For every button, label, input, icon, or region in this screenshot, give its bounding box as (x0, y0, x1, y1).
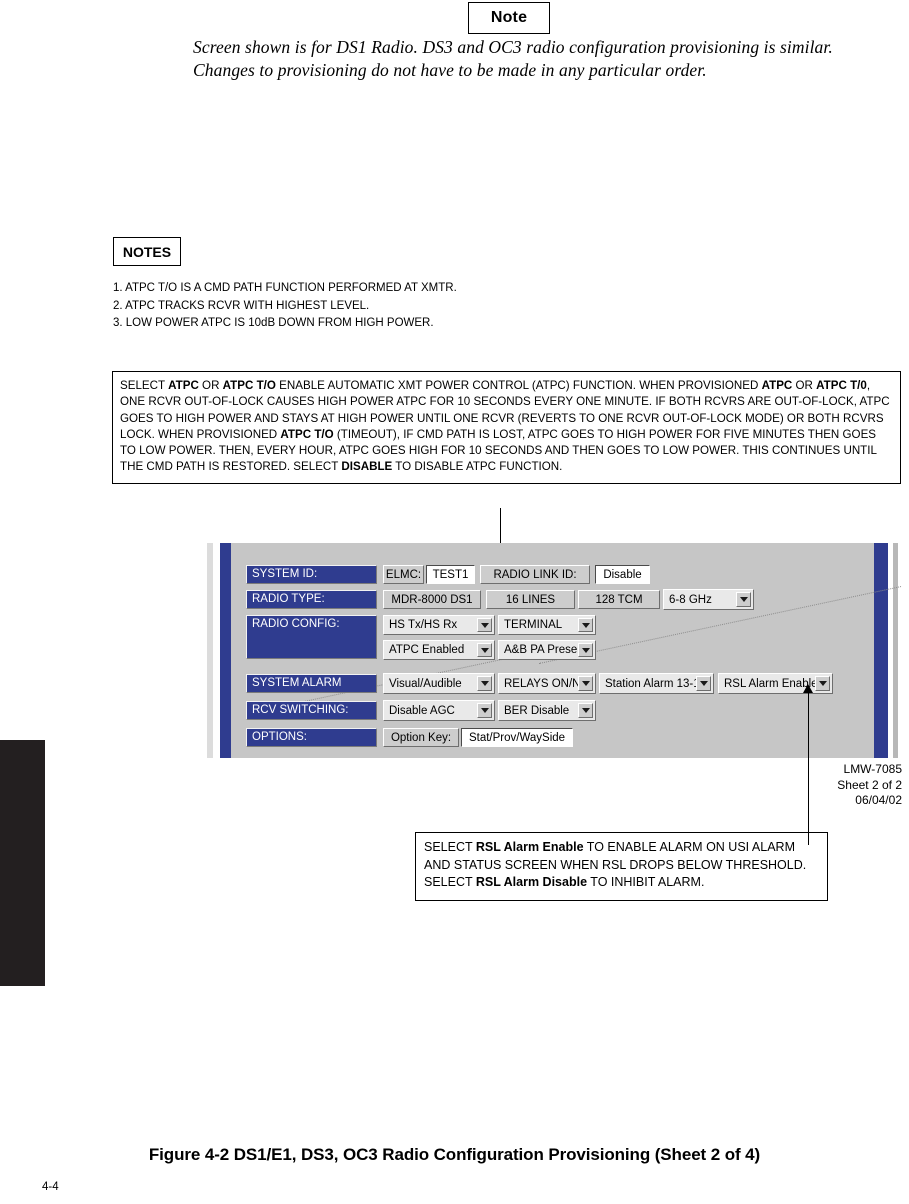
radio-link-id-value-field[interactable]: Disable (595, 565, 650, 584)
option-key-value-field[interactable]: Stat/Prov/WaySide (461, 728, 573, 747)
chevron-down-icon[interactable] (477, 643, 492, 657)
rcv-switching-agc-dropdown[interactable]: Disable AGC (383, 700, 495, 721)
figure-caption: Figure 4-2 DS1/E1, DS3, OC3 Radio Config… (148, 1145, 761, 1164)
radio-type-band-dropdown[interactable]: 6-8 GHz (663, 589, 754, 610)
notes-item-3: 3. LOW POWER ATPC IS 10dB DOWN FROM HIGH… (113, 317, 434, 329)
chevron-down-icon[interactable] (578, 703, 593, 718)
radio-configuration-screen[interactable]: SYSTEM ID: ELMC: TEST1 RADIO LINK ID: Di… (207, 543, 902, 758)
elmc-label-field: ELMC: (383, 565, 424, 584)
note-body-text: Screen shown is for DS1 Radio. DS3 and O… (193, 37, 833, 80)
option-key-label-text: Option Key: (390, 731, 452, 744)
page-number: 4-4 (42, 1181, 59, 1193)
radio-type-lines-field: 16 LINES (486, 590, 575, 609)
atpc-callout-box: SELECT ATPC OR ATPC T/O ENABLE AUTOMATIC… (112, 371, 901, 484)
note-header-box: Note (468, 2, 550, 34)
radio-config-label-text: RADIO CONFIG: (252, 618, 340, 630)
option-key-label-field: Option Key: (383, 728, 459, 747)
row-label-options: OPTIONS: (246, 728, 377, 747)
elmc-value-input[interactable]: TEST1 (426, 565, 475, 584)
radio-type-model-field: MDR-8000 DS1 (383, 590, 481, 609)
chevron-down-icon[interactable] (578, 618, 593, 632)
chevron-down-icon[interactable] (578, 676, 593, 691)
radio-link-id-label-field: RADIO LINK ID: (480, 565, 590, 584)
radio-type-lines-text: 16 LINES (505, 593, 556, 606)
rcv-switching-agc-text: Disable AGC (389, 704, 455, 717)
rcv-switching-ber-dropdown[interactable]: BER Disable (498, 700, 596, 721)
system-alarm-label-text: SYSTEM ALARM (252, 677, 342, 689)
row-label-system-alarm: SYSTEM ALARM (246, 674, 377, 693)
radio-config-terminal-dropdown[interactable]: TERMINAL (498, 615, 596, 635)
radio-type-tcm-field: 128 TCM (578, 590, 660, 609)
chevron-down-icon[interactable] (477, 676, 492, 691)
row-label-radio-type: RADIO TYPE: (246, 590, 377, 609)
elmc-label-text: ELMC: (385, 568, 422, 581)
drawing-date: 06/04/02 (855, 793, 902, 807)
radio-config-terminal-text: TERMINAL (504, 619, 563, 631)
rcv-switching-label-text: RCV SWITCHING: (252, 704, 349, 716)
radio-link-id-label-text: RADIO LINK ID: (493, 568, 577, 581)
system-alarm-relays-dropdown[interactable]: RELAYS ON/NO (498, 673, 596, 694)
notes-item-1: 1. ATPC T/O IS A CMD PATH FUNCTION PERFO… (113, 282, 457, 294)
panel-outer-right-edge (893, 543, 898, 758)
chevron-down-icon[interactable] (736, 592, 751, 607)
elmc-value-text: TEST1 (432, 568, 469, 581)
chevron-down-icon[interactable] (815, 676, 830, 691)
notes-list: 1. ATPC T/O IS A CMD PATH FUNCTION PERFO… (113, 280, 713, 333)
rsl-alarm-dropdown[interactable]: RSL Alarm Enable (718, 673, 833, 694)
radio-type-band-text: 6-8 GHz (669, 593, 712, 606)
radio-type-tcm-text: 128 TCM (595, 593, 643, 606)
chevron-down-icon[interactable] (578, 643, 593, 657)
row-label-system-id: SYSTEM ID: (246, 565, 377, 584)
rsl-arrowhead-icon (803, 684, 813, 693)
chevron-down-icon[interactable] (477, 703, 492, 718)
options-label-text: OPTIONS: (252, 731, 307, 743)
drawing-id: LMW-7085 (843, 762, 902, 776)
rsl-alarm-text: RSL Alarm Enable (724, 677, 815, 690)
drawing-sheet: Sheet 2 of 2 (837, 777, 902, 792)
station-alarm-text: Station Alarm 13-1 (605, 677, 696, 690)
notes-header-box: NOTES (113, 237, 181, 266)
radio-config-atpc-text: ATPC Enabled (389, 644, 465, 656)
station-alarm-dropdown[interactable]: Station Alarm 13-1 (599, 673, 714, 694)
chevron-down-icon[interactable] (696, 676, 711, 691)
system-alarm-mode-text: Visual/Audible (389, 677, 462, 690)
row-label-rcv-switching: RCV SWITCHING: (246, 701, 377, 720)
panel-gap-left (213, 543, 220, 758)
page-edge-tab-marker (0, 740, 45, 986)
panel-right-scrollbar[interactable] (874, 543, 888, 758)
option-key-value-text: Stat/Prov/WaySide (468, 731, 566, 744)
drawing-reference-caption: LMW-7085 Sheet 2 of 2 06/04/02 (790, 762, 902, 809)
system-alarm-relays-text: RELAYS ON/NO (504, 677, 578, 690)
radio-config-txrx-text: HS Tx/HS Rx (389, 619, 458, 631)
panel-left-scrollbar[interactable] (220, 543, 231, 758)
rsl-callout-box: SELECT RSL Alarm Enable TO ENABLE ALARM … (415, 832, 828, 901)
notes-item-2: 2. ATPC TRACKS RCVR WITH HIGHEST LEVEL. (113, 299, 370, 312)
radio-config-pa-dropdown[interactable]: A&B PA Present (498, 640, 596, 660)
radio-type-model-text: MDR-8000 DS1 (391, 593, 473, 606)
chevron-down-icon[interactable] (477, 618, 492, 632)
system-id-label-text: SYSTEM ID: (252, 568, 318, 580)
radio-link-id-value-text: Disable (603, 568, 642, 581)
radio-config-pa-text: A&B PA Present (504, 644, 578, 656)
notes-header-label: NOTES (122, 243, 172, 260)
radio-config-txrx-dropdown[interactable]: HS Tx/HS Rx (383, 615, 495, 635)
note-header-label: Note (490, 9, 528, 26)
system-alarm-mode-dropdown[interactable]: Visual/Audible (383, 673, 495, 694)
row-label-radio-config: RADIO CONFIG: (246, 615, 377, 659)
radio-config-atpc-dropdown[interactable]: ATPC Enabled (383, 640, 495, 660)
radio-type-label-text: RADIO TYPE: (252, 593, 325, 605)
rcv-switching-ber-text: BER Disable (504, 704, 570, 717)
